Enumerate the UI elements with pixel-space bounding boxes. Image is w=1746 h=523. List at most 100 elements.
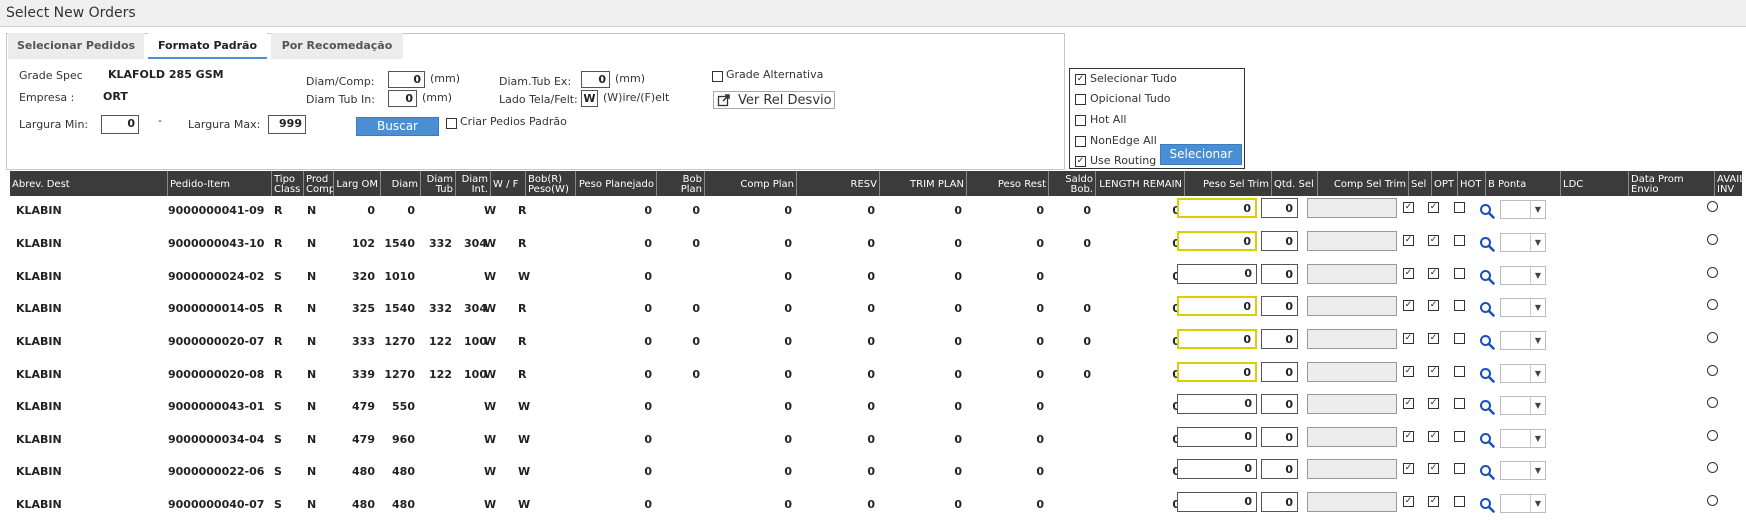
grade-alternativa-checkbox[interactable]	[712, 71, 723, 82]
search-icon[interactable]	[1479, 236, 1495, 252]
search-icon[interactable]	[1479, 269, 1495, 285]
col-prod-comp[interactable]: Prod Comp	[303, 171, 333, 196]
tab-por-recomendacao[interactable]: Por Recomedação	[271, 33, 403, 59]
hot-checkbox[interactable]	[1454, 235, 1465, 246]
opicional-tudo-checkbox[interactable]	[1075, 94, 1086, 105]
comp-sel-trim-input[interactable]	[1307, 492, 1397, 512]
peso-sel-trim-input[interactable]: 0	[1177, 459, 1257, 479]
opt-checkbox[interactable]: ✓	[1428, 398, 1439, 409]
col-trim-plan[interactable]: TRIM PLAN	[879, 171, 966, 196]
comp-sel-trim-input[interactable]	[1307, 362, 1397, 382]
col-hot[interactable]: HOT	[1457, 171, 1485, 196]
col-comp-plan[interactable]: Comp Plan	[704, 171, 796, 196]
col-larg-om[interactable]: Larg OM	[333, 171, 380, 196]
col-diam-tub[interactable]: Diam Tub	[420, 171, 455, 196]
col-diam-int[interactable]: Diam Int.	[455, 171, 490, 196]
col-peso-rest[interactable]: Peso Rest	[966, 171, 1048, 196]
hot-checkbox[interactable]	[1454, 333, 1465, 344]
col-peso-sel-trim[interactable]: Peso Sel Trim	[1184, 171, 1271, 196]
diam-tub-ex-input[interactable]: 0	[581, 71, 610, 88]
qtd-sel-input[interactable]: 0	[1261, 231, 1298, 251]
largura-max-input[interactable]: 999	[268, 115, 306, 134]
b-ponta-dropdown[interactable]: ▼	[1500, 364, 1546, 383]
opt-checkbox[interactable]: ✓	[1428, 496, 1439, 507]
col-length-remain[interactable]: LENGTH REMAIN	[1095, 171, 1184, 196]
search-icon[interactable]	[1479, 301, 1495, 317]
col-diam[interactable]: Diam	[380, 171, 420, 196]
peso-sel-trim-input[interactable]: 0	[1177, 427, 1257, 447]
buscar-button[interactable]: Buscar	[356, 117, 439, 136]
opt-checkbox[interactable]: ✓	[1428, 202, 1439, 213]
col-pedido-item[interactable]: Pedido-Item	[167, 171, 271, 196]
avail-inv-radio[interactable]	[1707, 267, 1718, 278]
comp-sel-trim-input[interactable]	[1307, 394, 1397, 414]
sel-checkbox[interactable]: ✓	[1403, 398, 1414, 409]
diam-comp-input[interactable]: 0	[388, 71, 425, 88]
peso-sel-trim-input[interactable]: 0	[1177, 264, 1257, 284]
col-abrev-dest[interactable]: Abrev. Dest	[10, 171, 167, 196]
hot-checkbox[interactable]	[1454, 496, 1465, 507]
opt-checkbox[interactable]: ✓	[1428, 366, 1439, 377]
criar-pedidos-checkbox[interactable]	[446, 118, 457, 129]
qtd-sel-input[interactable]: 0	[1261, 296, 1298, 316]
lado-tela-input[interactable]: W	[581, 90, 598, 107]
sel-checkbox[interactable]: ✓	[1403, 366, 1414, 377]
col-comp-sel-trim[interactable]: Comp Sel Trim	[1317, 171, 1408, 196]
search-icon[interactable]	[1479, 464, 1495, 480]
col-bob-peso[interactable]: Bob(R) Peso(W)	[525, 171, 575, 196]
avail-inv-radio[interactable]	[1707, 495, 1718, 506]
comp-sel-trim-input[interactable]	[1307, 231, 1397, 251]
peso-sel-trim-input[interactable]: 0	[1177, 231, 1257, 251]
qtd-sel-input[interactable]: 0	[1261, 492, 1298, 512]
avail-inv-radio[interactable]	[1707, 299, 1718, 310]
sel-checkbox[interactable]: ✓	[1403, 268, 1414, 279]
qtd-sel-input[interactable]: 0	[1261, 362, 1298, 382]
sel-checkbox[interactable]: ✓	[1403, 463, 1414, 474]
search-icon[interactable]	[1479, 203, 1495, 219]
col-avail-inv[interactable]: AVAIL INV	[1714, 171, 1742, 196]
col-bob-plan[interactable]: Bob Plan	[656, 171, 704, 196]
opt-checkbox[interactable]: ✓	[1428, 268, 1439, 279]
col-peso-planejado[interactable]: Peso Planejado	[575, 171, 656, 196]
hot-all-checkbox[interactable]	[1075, 115, 1086, 126]
b-ponta-dropdown[interactable]: ▼	[1500, 331, 1546, 350]
avail-inv-radio[interactable]	[1707, 462, 1718, 473]
sel-checkbox[interactable]: ✓	[1403, 333, 1414, 344]
avail-inv-radio[interactable]	[1707, 365, 1718, 376]
search-icon[interactable]	[1479, 399, 1495, 415]
opt-checkbox[interactable]: ✓	[1428, 463, 1439, 474]
use-routing-checkbox[interactable]: ✓	[1075, 156, 1086, 167]
avail-inv-radio[interactable]	[1707, 397, 1718, 408]
b-ponta-dropdown[interactable]: ▼	[1500, 298, 1546, 317]
col-sel[interactable]: Sel	[1408, 171, 1431, 196]
b-ponta-dropdown[interactable]: ▼	[1500, 429, 1546, 448]
opt-checkbox[interactable]: ✓	[1428, 235, 1439, 246]
comp-sel-trim-input[interactable]	[1307, 427, 1397, 447]
selecionar-tudo-checkbox[interactable]: ✓	[1075, 74, 1086, 85]
search-icon[interactable]	[1479, 497, 1495, 513]
hot-checkbox[interactable]	[1454, 202, 1465, 213]
col-qtd-sel[interactable]: Qtd. Sel	[1271, 171, 1317, 196]
b-ponta-dropdown[interactable]: ▼	[1500, 494, 1546, 513]
sel-checkbox[interactable]: ✓	[1403, 431, 1414, 442]
sel-checkbox[interactable]: ✓	[1403, 300, 1414, 311]
b-ponta-dropdown[interactable]: ▼	[1500, 233, 1546, 252]
qtd-sel-input[interactable]: 0	[1261, 459, 1298, 479]
avail-inv-radio[interactable]	[1707, 234, 1718, 245]
col-opt[interactable]: OPT	[1431, 171, 1457, 196]
avail-inv-radio[interactable]	[1707, 430, 1718, 441]
b-ponta-dropdown[interactable]: ▼	[1500, 266, 1546, 285]
hot-checkbox[interactable]	[1454, 366, 1465, 377]
search-icon[interactable]	[1479, 432, 1495, 448]
col-saldo-bob[interactable]: Saldo Bob.	[1048, 171, 1095, 196]
avail-inv-radio[interactable]	[1707, 332, 1718, 343]
col-b-ponta[interactable]: B Ponta	[1485, 171, 1560, 196]
comp-sel-trim-input[interactable]	[1307, 296, 1397, 316]
peso-sel-trim-input[interactable]: 0	[1177, 362, 1257, 382]
nonedge-all-checkbox[interactable]	[1075, 136, 1086, 147]
col-ldc[interactable]: LDC	[1560, 171, 1628, 196]
avail-inv-radio[interactable]	[1707, 201, 1718, 212]
b-ponta-dropdown[interactable]: ▼	[1500, 461, 1546, 480]
qtd-sel-input[interactable]: 0	[1261, 329, 1298, 349]
selecionar-button[interactable]: Selecionar	[1160, 144, 1242, 165]
